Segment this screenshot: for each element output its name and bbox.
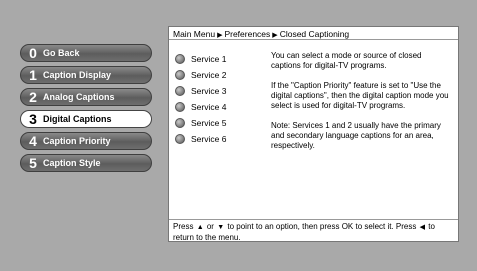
breadcrumb-separator-icon: ▶ — [217, 32, 223, 39]
service-label: Service 4 — [191, 102, 227, 112]
footer-text: or — [206, 222, 214, 231]
service-label: Service 6 — [191, 134, 227, 144]
help-paragraph: If the "Caption Priority" feature is set… — [271, 81, 449, 110]
menu-item-caption-display[interactable]: 1 Caption Display — [20, 66, 152, 84]
radio-button-icon[interactable] — [175, 134, 185, 144]
menu-item-caption-style[interactable]: 5 Caption Style — [20, 154, 152, 172]
radio-button-icon[interactable] — [175, 54, 185, 64]
menu-item-caption-priority[interactable]: 4 Caption Priority — [20, 132, 152, 150]
radio-button-icon[interactable] — [175, 118, 185, 128]
menu-item-label: Digital Captions — [43, 114, 112, 124]
menu-item-go-back[interactable]: 0 Go Back — [20, 44, 152, 62]
service-option[interactable]: Service 5 — [175, 115, 226, 131]
service-option[interactable]: Service 6 — [175, 131, 226, 147]
instructions-footer: Press ▲ or ▼ to point to an option, then… — [169, 219, 458, 245]
content-panel: Main Menu ▶ Preferences ▶ Closed Captioning … — [168, 26, 459, 242]
breadcrumb-item: Main Menu — [173, 29, 216, 39]
service-option[interactable]: Service 2 — [175, 67, 226, 83]
menu-item-number: 4 — [29, 133, 37, 149]
menu-item-number: 2 — [29, 89, 37, 105]
down-arrow-icon: ▼ — [217, 224, 225, 231]
up-arrow-icon: ▲ — [196, 224, 204, 231]
service-label: Service 5 — [191, 118, 227, 128]
breadcrumb: Main Menu ▶ Preferences ▶ Closed Captioning — [169, 27, 458, 40]
menu-item-digital-captions[interactable]: 3 Digital Captions — [20, 110, 152, 128]
menu-item-analog-captions[interactable]: 2 Analog Captions — [20, 88, 152, 106]
menu-item-label: Caption Style — [43, 158, 101, 168]
breadcrumb-item: Closed Captioning — [279, 29, 350, 39]
menu-item-label: Go Back — [43, 48, 80, 58]
help-paragraph: Note: Services 1 and 2 usually have the … — [271, 121, 441, 150]
menu-item-label: Analog Captions — [43, 92, 115, 102]
service-list: Service 1 Service 2 Service 3 Service 4 … — [175, 51, 226, 147]
menu-item-number: 3 — [29, 111, 37, 127]
left-arrow-icon: ◀ — [419, 224, 426, 231]
service-label: Service 3 — [191, 86, 227, 96]
menu-item-number: 1 — [29, 67, 37, 83]
tv-screen: 0 Go Back 1 Caption Display 2 Analog Cap… — [0, 0, 477, 271]
service-option[interactable]: Service 1 — [175, 51, 226, 67]
footer-text: Press — [173, 222, 194, 231]
caption-menu: 0 Go Back 1 Caption Display 2 Analog Cap… — [20, 44, 152, 176]
radio-button-icon[interactable] — [175, 102, 185, 112]
service-label: Service 2 — [191, 70, 227, 80]
radio-button-icon[interactable] — [175, 86, 185, 96]
help-description: You can select a mode or source of close… — [271, 51, 451, 161]
menu-item-number: 0 — [29, 45, 37, 61]
help-paragraph: You can select a mode or source of close… — [271, 51, 422, 70]
radio-button-icon[interactable] — [175, 70, 185, 80]
menu-item-number: 5 — [29, 155, 37, 171]
breadcrumb-item: Preferences — [224, 29, 271, 39]
menu-item-label: Caption Display — [43, 70, 112, 80]
service-label: Service 1 — [191, 54, 227, 64]
footer-text: to point to an option, then press OK to … — [227, 222, 417, 231]
service-option[interactable]: Service 3 — [175, 83, 226, 99]
menu-item-label: Caption Priority — [43, 136, 111, 146]
service-option[interactable]: Service 4 — [175, 99, 226, 115]
breadcrumb-separator-icon: ▶ — [272, 32, 278, 39]
